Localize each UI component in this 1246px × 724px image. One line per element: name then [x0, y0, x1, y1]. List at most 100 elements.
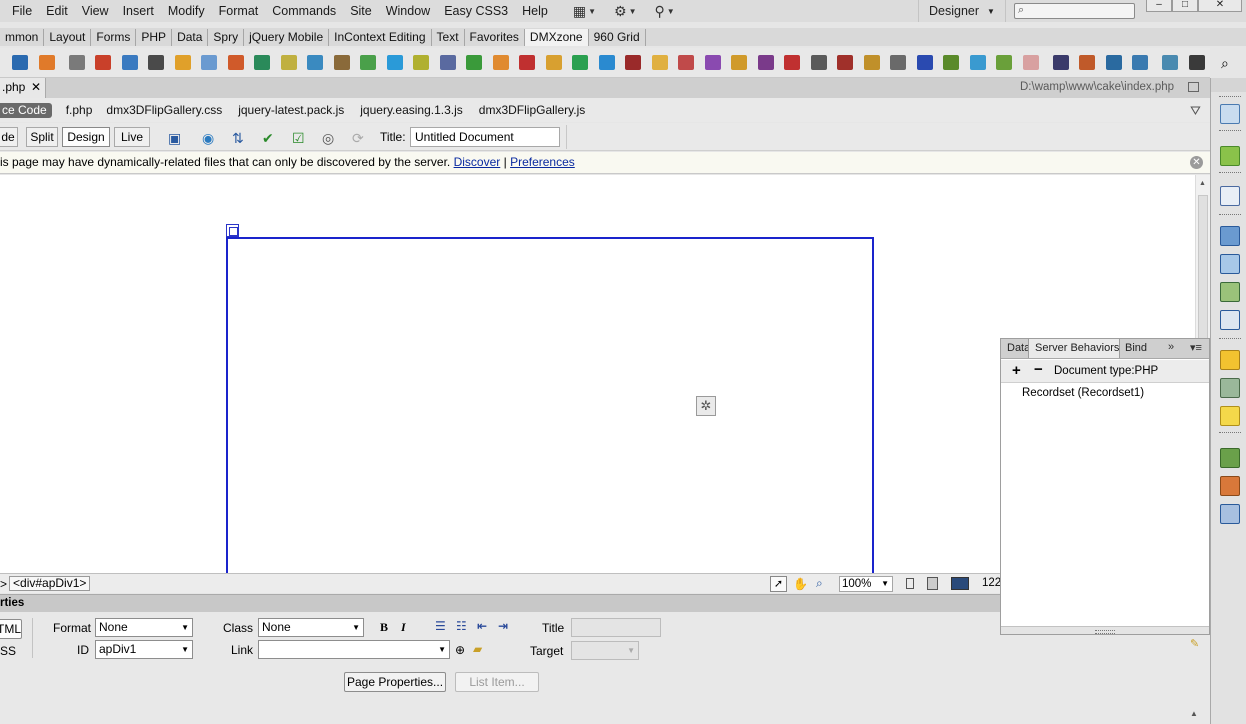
- insert-object-icon[interactable]: [12, 55, 28, 70]
- insert-object-icon[interactable]: [280, 55, 297, 70]
- insert-tab-spry[interactable]: Spry: [208, 29, 245, 46]
- ap-div-box[interactable]: [226, 237, 874, 573]
- code-inspector-icon[interactable]: [1220, 310, 1240, 330]
- menu-commands[interactable]: Commands: [265, 4, 343, 18]
- insert-object-icon[interactable]: [545, 55, 562, 70]
- zoom-select[interactable]: 100% ▼: [839, 576, 893, 592]
- insert-object-icon[interactable]: [678, 55, 694, 70]
- jquery-icon[interactable]: [1220, 186, 1240, 206]
- insert-object-icon[interactable]: [1052, 55, 1069, 70]
- insert-object-icon[interactable]: [360, 55, 376, 70]
- insert-object-icon[interactable]: [1079, 55, 1095, 70]
- css-styles-icon[interactable]: [1220, 104, 1240, 124]
- insert-tab-php[interactable]: PHP: [136, 29, 173, 46]
- menu-modify[interactable]: Modify: [161, 4, 212, 18]
- insert-object-icon[interactable]: [1105, 55, 1122, 70]
- menu-insert[interactable]: Insert: [116, 4, 161, 18]
- insert-object-icon[interactable]: [863, 55, 880, 70]
- help-search-input[interactable]: ⌕: [1014, 3, 1135, 19]
- preferences-link[interactable]: Preferences: [510, 155, 575, 169]
- site-menu-icon[interactable]: ⚲ ▼: [654, 3, 674, 20]
- refresh-icon[interactable]: ⟳: [352, 130, 364, 147]
- file-management-icon[interactable]: ⇅: [232, 130, 244, 147]
- insert-object-icon[interactable]: [916, 55, 933, 70]
- insert-tab-jquery-mobile[interactable]: jQuery Mobile: [244, 29, 330, 46]
- insert-tab-960-grid[interactable]: 960 Grid: [589, 29, 646, 46]
- close-icon[interactable]: ✕: [31, 78, 41, 97]
- mobile-size-icon[interactable]: [906, 578, 914, 589]
- reference-icon[interactable]: [1220, 504, 1240, 524]
- css-mode-button[interactable]: SS: [0, 644, 16, 658]
- panel-resize-grip[interactable]: [1001, 626, 1209, 634]
- insert-object-icon[interactable]: [625, 55, 641, 70]
- insert-object-icon[interactable]: [333, 55, 350, 70]
- server-behaviors-icon[interactable]: [1220, 378, 1240, 398]
- insert-object-icon[interactable]: [148, 55, 164, 70]
- assets-icon[interactable]: [1220, 254, 1240, 274]
- point-to-file-icon[interactable]: ⊕: [455, 643, 465, 657]
- live-view-button[interactable]: Live: [114, 127, 150, 147]
- insert-object-icon[interactable]: [95, 55, 111, 70]
- discover-link[interactable]: Discover: [454, 155, 501, 169]
- insert-object-icon[interactable]: [996, 55, 1012, 70]
- insert-object-icon[interactable]: [174, 55, 191, 70]
- menu-file[interactable]: File: [5, 4, 39, 18]
- insert-object-icon[interactable]: [943, 55, 959, 70]
- menu-window[interactable]: Window: [379, 4, 437, 18]
- site-files-icon[interactable]: [1220, 448, 1240, 468]
- document-tab[interactable]: .php ✕: [0, 78, 46, 98]
- id-select[interactable]: apDiv1 ▼: [95, 640, 193, 659]
- insert-tab-forms[interactable]: Forms: [91, 29, 137, 46]
- unordered-list-icon[interactable]: ☰: [435, 619, 446, 633]
- insert-object-icon[interactable]: [492, 55, 509, 70]
- title-field[interactable]: [571, 618, 661, 637]
- insert-object-icon[interactable]: [201, 55, 217, 70]
- multiscreen-icon[interactable]: ▣: [168, 130, 181, 147]
- behaviors-icon[interactable]: [1220, 406, 1240, 426]
- tab-databases[interactable]: Data: [1001, 339, 1029, 358]
- insert-tab-incontext-editing[interactable]: InContext Editing: [329, 29, 432, 46]
- menu-easy-css3[interactable]: Easy CSS3: [437, 4, 515, 18]
- format-select[interactable]: None ▼: [95, 618, 193, 637]
- menu-help[interactable]: Help: [515, 4, 555, 18]
- search-icon[interactable]: ⌕: [1221, 55, 1237, 71]
- insert-object-icon[interactable]: [519, 55, 535, 70]
- insert-object-icon[interactable]: [439, 55, 456, 70]
- related-file[interactable]: jquery-latest.pack.js: [238, 103, 344, 117]
- outdent-icon[interactable]: ⇤: [477, 619, 487, 633]
- html-mode-button[interactable]: TML: [0, 619, 22, 639]
- server-script-marker-icon[interactable]: ✲: [696, 396, 716, 416]
- window-size-readout[interactable]: 122: [982, 577, 1001, 589]
- gear-menu-icon[interactable]: ⚙ ▼: [614, 3, 636, 20]
- document-title-input[interactable]: [410, 127, 560, 147]
- list-item-button[interactable]: List Item...: [455, 672, 539, 692]
- split-view-button[interactable]: Split: [26, 127, 58, 147]
- check-browser-icon[interactable]: ☑: [292, 130, 305, 147]
- insert-tab-dmxzone[interactable]: DMXzone: [524, 29, 589, 46]
- insert-object-icon[interactable]: [731, 55, 747, 70]
- source-code-tab[interactable]: ce Code: [0, 102, 52, 118]
- close-icon[interactable]: ✕: [1190, 156, 1203, 169]
- menu-edit[interactable]: Edit: [39, 4, 75, 18]
- insert-object-icon[interactable]: [598, 55, 615, 70]
- tab-server-behaviors[interactable]: Server Behaviors: [1028, 339, 1120, 358]
- bindings-icon[interactable]: [1220, 350, 1240, 370]
- design-view-button[interactable]: Design: [62, 127, 110, 147]
- tab-bindings[interactable]: Bind: [1119, 339, 1149, 358]
- filter-icon[interactable]: ⛛: [1190, 103, 1201, 119]
- link-input[interactable]: ▼: [258, 640, 450, 659]
- class-select[interactable]: None ▼: [258, 618, 364, 637]
- select-tool-icon[interactable]: ➚: [770, 576, 787, 592]
- menu-format[interactable]: Format: [212, 4, 266, 18]
- insert-object-icon[interactable]: [307, 55, 323, 70]
- list-item[interactable]: Recordset (Recordset1): [1022, 387, 1144, 399]
- ap-div-handle[interactable]: [226, 224, 239, 237]
- related-file[interactable]: f.php: [66, 103, 93, 117]
- insert-object-icon[interactable]: [386, 55, 403, 70]
- related-file[interactable]: dmx3DFlipGallery.css: [106, 103, 222, 117]
- code-view-button[interactable]: de: [0, 127, 18, 147]
- insert-object-icon[interactable]: [1188, 55, 1205, 70]
- insert-object-icon[interactable]: [413, 55, 429, 70]
- insert-object-icon[interactable]: [68, 55, 85, 70]
- menu-site[interactable]: Site: [343, 4, 379, 18]
